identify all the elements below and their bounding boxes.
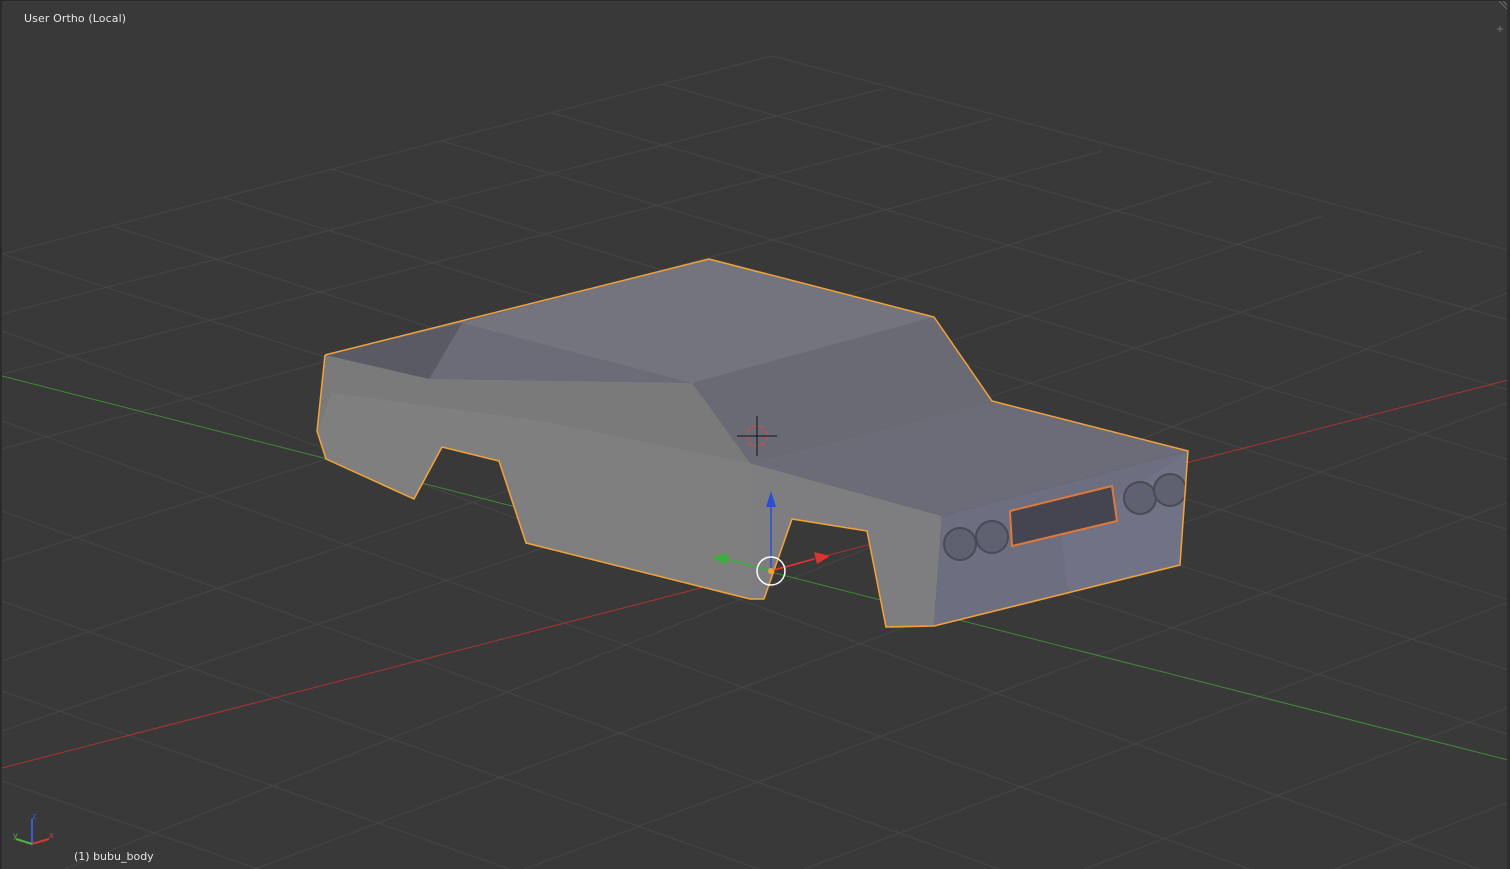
origin-point (768, 568, 774, 574)
view-name-label: User Ortho (Local) (24, 12, 127, 25)
x-arrow-handle (814, 552, 830, 564)
axis-orientation-gizmo: z x y (13, 812, 54, 845)
svg-text:y: y (13, 831, 18, 840)
scene-canvas[interactable]: z x y (2, 1, 1510, 869)
car-body-mesh[interactable] (316, 258, 1189, 628)
active-object-label: (1) bubu_body (74, 850, 154, 863)
3d-viewport[interactable]: z x y User Ortho (Local) (1) bubu_body + (0, 0, 1510, 869)
svg-text:z: z (32, 812, 36, 821)
add-region-icon[interactable]: + (1494, 24, 1506, 36)
svg-text:x: x (49, 831, 54, 840)
